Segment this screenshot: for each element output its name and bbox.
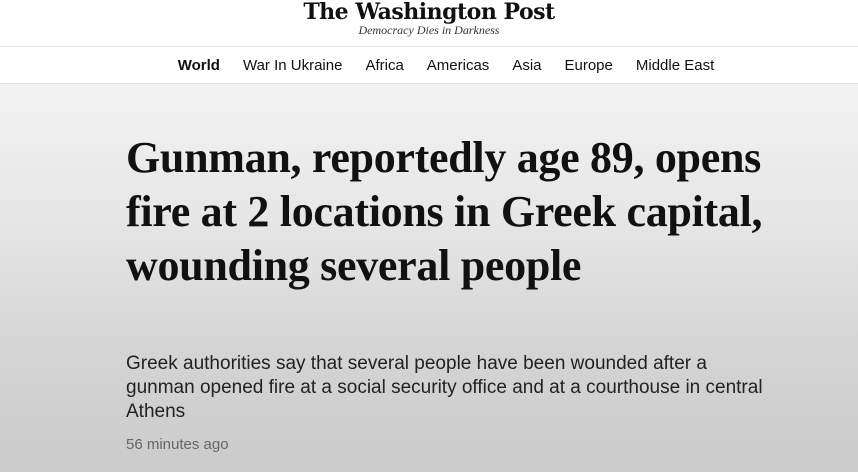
nav-item-asia[interactable]: Asia <box>512 57 541 74</box>
nav-item-war-in-ukraine[interactable]: War In Ukraine <box>243 57 342 74</box>
nav-item-europe[interactable]: Europe <box>565 57 613 74</box>
nav-item-world[interactable]: World <box>178 57 220 74</box>
article-headline[interactable]: Gunman, reportedly age 89, opens fire at… <box>126 131 806 293</box>
masthead: The Washington Post Democracy Dies in Da… <box>0 0 858 46</box>
section-nav: World War In Ukraine Africa Americas Asi… <box>0 46 858 84</box>
nav-item-africa[interactable]: Africa <box>365 57 403 74</box>
washington-post-logo[interactable]: The Washington Post <box>0 0 858 25</box>
section-nav-list: World War In Ukraine Africa Americas Asi… <box>0 47 858 83</box>
article-timestamp: 56 minutes ago <box>126 436 229 453</box>
article-dek: Greek authorities say that several peopl… <box>126 353 763 422</box>
nav-item-americas[interactable]: Americas <box>427 57 490 74</box>
masthead-tagline: Democracy Dies in Darkness <box>358 23 500 37</box>
nav-item-middle-east[interactable]: Middle East <box>636 57 714 74</box>
article-hero: Gunman, reportedly age 89, opens fire at… <box>0 84 858 472</box>
